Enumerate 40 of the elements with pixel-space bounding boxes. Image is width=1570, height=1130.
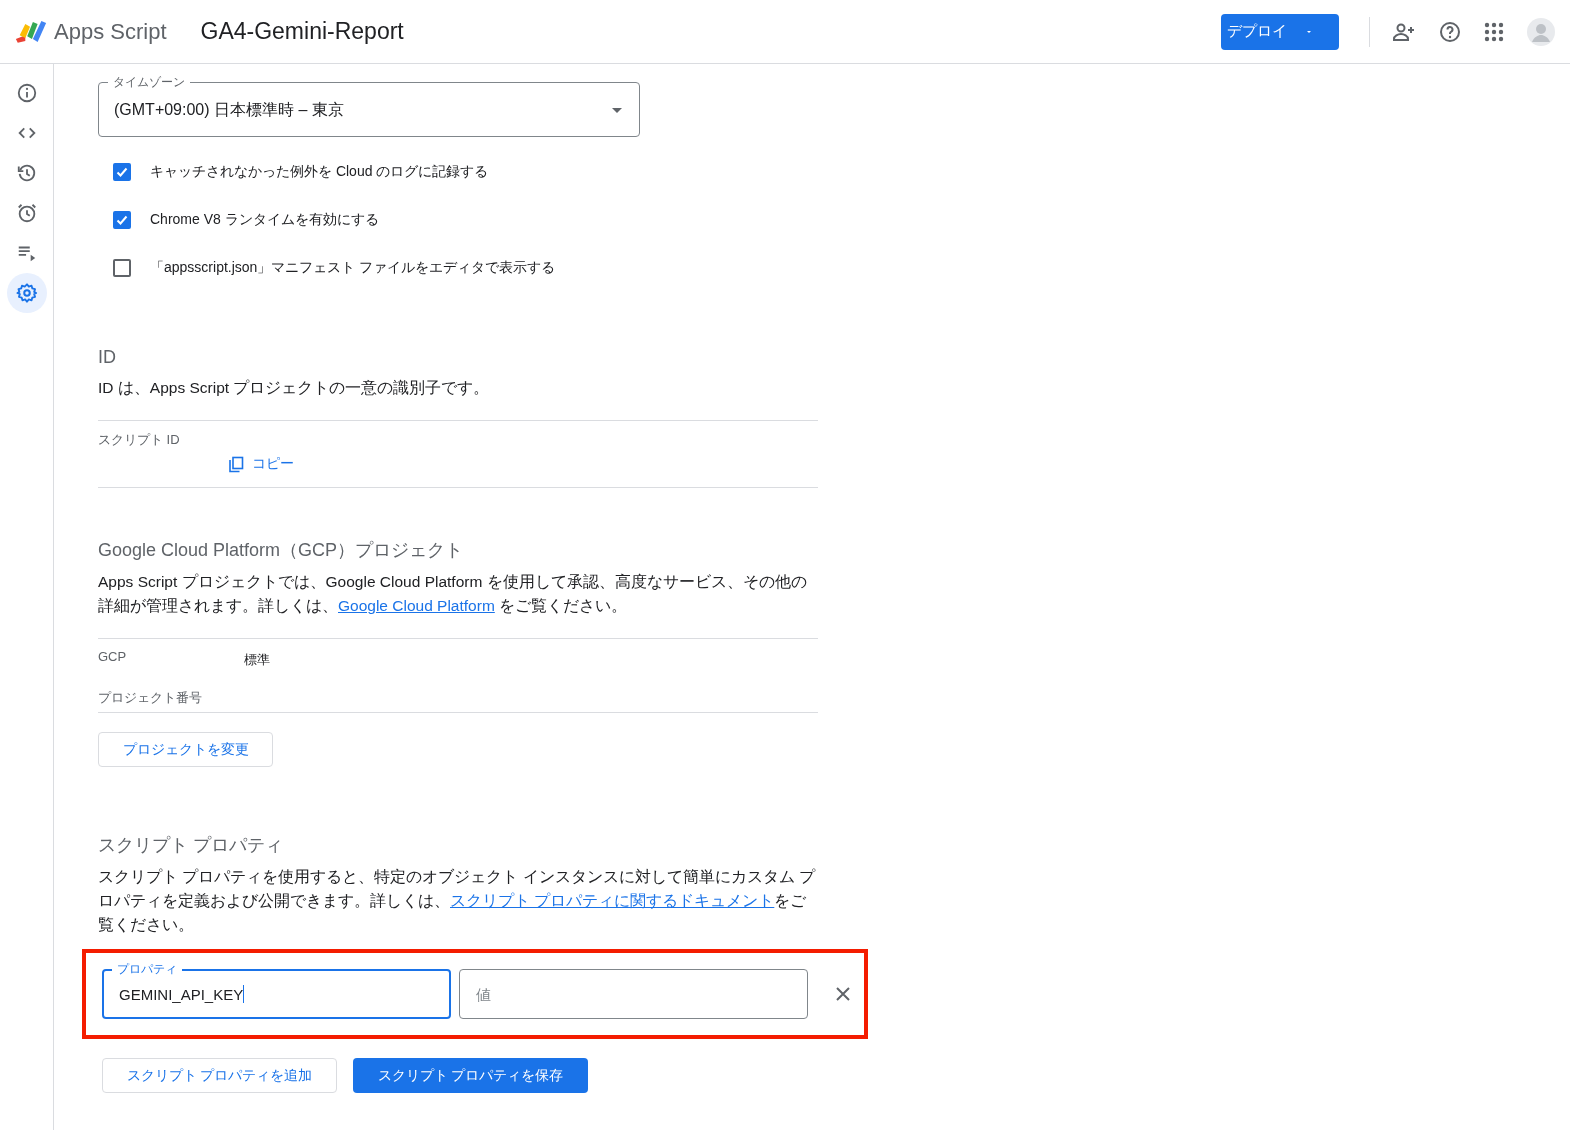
info-icon [15, 82, 38, 104]
section-heading: Google Cloud Platform（GCP）プロジェクト [98, 539, 465, 562]
change-project-button[interactable]: プロジェクトを変更 [98, 732, 273, 767]
value-field[interactable]: 値 [459, 969, 808, 1019]
deploy-button[interactable]: デプロイ [1221, 13, 1339, 50]
link[interactable]: Google Cloud Platform [338, 597, 495, 614]
section-description: スクリプト プロパティを使用すると、特定のオブジェクト インスタンスに対して簡単にカスタム プロパティを定義および公開できます。詳しくは、スクリプト プロパティに関するドキュメント をご覧ください。 [98, 867, 817, 935]
checkbox[interactable] [113, 211, 131, 229]
section-heading: ID [98, 347, 117, 368]
checkbox[interactable] [113, 163, 131, 181]
gcp-label: GCP [98, 649, 128, 666]
project-title[interactable]: GA4-Gemini-Report [200, 18, 404, 45]
apps-script-logo-icon [14, 18, 48, 45]
section-description: ID は、Apps Script プロジェクトの一意の識別子です。 [98, 378, 491, 398]
script-id-label: スクリプト ID [98, 431, 181, 449]
checkbox-label: 「appsscript.json」マニフェスト ファイルをエディタで表示する [150, 259, 556, 277]
alarm-clock-icon [15, 202, 38, 224]
link[interactable]: スクリプト プロパティに関するドキュメント [450, 892, 775, 909]
property-field[interactable]: プロパティ GEMINI_API_KEY [102, 959, 451, 1019]
help-icon[interactable] [1438, 19, 1462, 44]
close-icon[interactable] [836, 987, 850, 1001]
apps-grid-icon[interactable] [1484, 21, 1504, 42]
timezone-dropdown[interactable]: タイムゾーン (GMT+09:00) 日本標準時 – 東京 [98, 73, 640, 137]
section-heading: スクリプト プロパティ [98, 834, 284, 857]
copy-link[interactable]: コピー [228, 455, 294, 473]
section-description: Apps Script プロジェクトでは、Google Cloud Platform を使用して承認、高度なサービス、その他の詳細が管理されます。詳しくは、Google Cloud Platform をご覧ください。 [98, 572, 808, 616]
add-property-button[interactable]: スクリプト プロパティを追加 [102, 1058, 337, 1093]
project-number-label: プロジェクト番号 [98, 689, 203, 707]
checkbox[interactable] [113, 259, 131, 277]
history-icon [15, 162, 38, 184]
gcp-value: 標準 [244, 651, 270, 669]
timezone-label: タイムゾーン [108, 74, 190, 91]
dropdown-arrow-icon [612, 107, 622, 113]
checkbox-label: キャッチされなかった例外を Cloud のログに記録する [150, 163, 489, 181]
copy-icon [228, 455, 244, 473]
sidebar-item[interactable] [6, 273, 47, 313]
product-name: Apps Script [54, 18, 167, 45]
settings-icon [15, 282, 38, 304]
save-properties-button[interactable]: スクリプト プロパティを保存 [353, 1058, 588, 1093]
checkbox-label: Chrome V8 ランタイムを有効にする [150, 211, 379, 229]
